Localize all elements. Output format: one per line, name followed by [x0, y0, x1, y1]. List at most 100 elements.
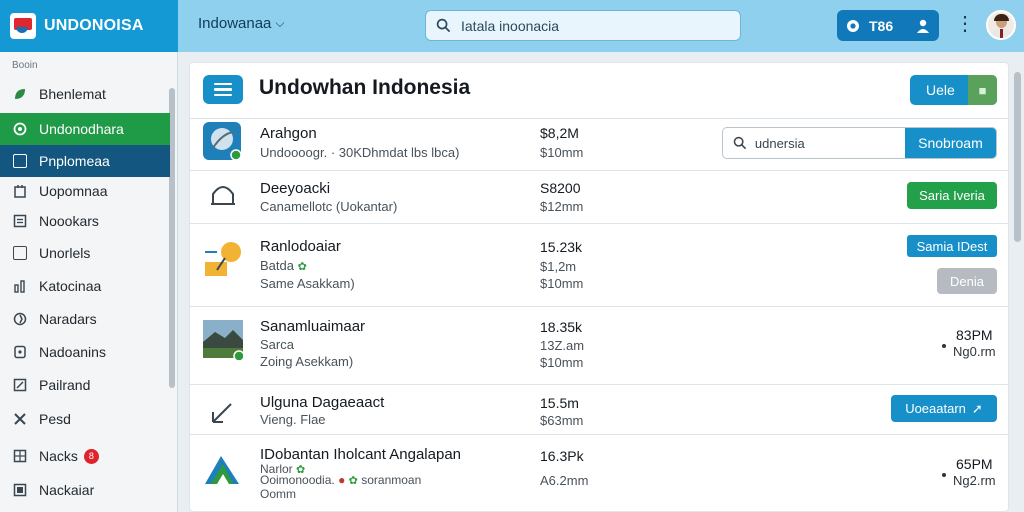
notification-badge: 8	[83, 448, 99, 464]
brand-name: UNDONOISA	[44, 17, 144, 34]
avatar[interactable]	[986, 10, 1016, 40]
row-title: Ranlodoaiar	[260, 238, 341, 255]
sidebar-item-7[interactable]: Katocinaa	[0, 270, 170, 302]
sidebar-item-label: Naradars	[39, 311, 97, 327]
row-title: Ulguna Dagaeaact	[260, 394, 385, 411]
top-search-input[interactable]	[461, 17, 711, 34]
clover-icon: ✿	[297, 261, 307, 273]
row-subtitle-2: Ooimonoodia. ● ✿ soranmoan	[260, 473, 421, 487]
sidebar-item-label: Noookars	[39, 213, 99, 229]
row-amount-tertiary: $10mm	[540, 355, 584, 370]
row-time: 65PM	[956, 456, 993, 472]
row-action-button[interactable]: Saria Iveria	[907, 182, 997, 209]
mountain-logo-icon	[205, 456, 239, 484]
row-amount-value: 15.23k	[540, 239, 583, 255]
box-icon	[13, 483, 27, 497]
row-search-input[interactable]	[754, 135, 905, 151]
target-icon	[13, 312, 27, 326]
row-search[interactable]: Snobroam	[722, 127, 997, 159]
row-amount-secondary: $1,2m	[540, 259, 577, 274]
view-button[interactable]: Uele ■	[910, 75, 997, 105]
region-dropdown[interactable]: Indowanaa ⌵	[198, 15, 285, 32]
sidebar-item-6[interactable]: Unorlels	[0, 237, 170, 269]
row-action-button-label: Uoeaatarn	[905, 401, 966, 416]
search-icon	[436, 18, 451, 33]
doc-icon	[14, 345, 26, 359]
sidebar-item-label: Nackaiar	[39, 482, 95, 498]
row-amount-secondary: $10mm	[540, 145, 584, 160]
actions-label: T86	[869, 17, 894, 34]
clover-icon: ✿	[348, 475, 358, 487]
sidebar-item-4[interactable]: Uopomnaa	[0, 175, 170, 207]
sidebar-item-9[interactable]: Nadoanins	[0, 336, 170, 368]
sidebar-item-label: Pnplomeaa	[39, 153, 110, 169]
tools-icon	[14, 413, 26, 425]
sidebar-item-label: Nacks	[39, 448, 78, 464]
sidebar-item-label: Pailrand	[39, 377, 91, 393]
satellite-icon	[203, 122, 242, 161]
leaf-icon	[15, 89, 25, 99]
row-amount: 15.23k	[540, 239, 582, 255]
top-search[interactable]	[425, 10, 741, 41]
view-button-label: Uele	[926, 82, 955, 98]
search-icon	[733, 136, 747, 150]
sidebar-item-12[interactable]: Nacks 8	[0, 440, 170, 472]
sidebar-item-13[interactable]: Nackaiar	[0, 474, 170, 506]
row-title: Deeyoacki	[260, 180, 331, 197]
row-amount-secondary: A6.2mm	[540, 473, 589, 488]
main-scrollbar[interactable]	[1014, 72, 1021, 242]
row-subtitle-2: Same Asakkam)	[260, 276, 355, 291]
brand[interactable]: UNDONOISA	[0, 0, 178, 52]
row-subtitle: Sarca	[260, 337, 294, 352]
row-subtitle-2-text: Ooimonoodia.	[260, 473, 335, 487]
sidebar-section-label: Booin	[12, 60, 38, 71]
sidebar-item-3[interactable]: Pnplomeaa	[0, 145, 170, 177]
sidebar-item-1[interactable]: Bhenlemat	[0, 78, 170, 110]
card-icon	[13, 154, 27, 168]
row-subtitle-text: Batda	[260, 258, 294, 273]
row-amount: $8,2M	[540, 125, 579, 141]
flag-logo-icon	[10, 13, 36, 39]
list-item[interactable]	[190, 223, 1008, 306]
row-amount: 15.5m	[540, 395, 579, 411]
region-label: Indowanaa	[198, 15, 272, 32]
row-amount: 16.3Pk	[540, 448, 584, 464]
sidebar-item-5[interactable]: Noookars	[0, 205, 170, 237]
row-action-button[interactable]: Samia IDest	[907, 235, 997, 257]
sidebar-item-11[interactable]: Pesd	[0, 403, 170, 435]
row-title: IDobantan Iholcant Angalapan	[260, 446, 461, 463]
row-time: 83PM	[956, 327, 993, 343]
top-actions[interactable]: T86	[837, 10, 939, 41]
row-subtitle: Vieng. Flae	[260, 412, 326, 427]
row-action-button[interactable]: Uoeaatarn ➚	[891, 395, 997, 422]
list-icon	[13, 214, 27, 228]
row-time-secondary: Ng0.rm	[953, 344, 996, 359]
status-dot	[942, 344, 946, 348]
arrow-expand-icon	[212, 403, 232, 423]
row-secondary-button[interactable]: Denia	[937, 268, 997, 294]
page-title: Undowhan Indonesia	[259, 76, 471, 99]
sidebar-item-label: Bhenlemat	[39, 86, 106, 102]
row-amount: S8200	[540, 180, 581, 196]
pin-icon: ➚	[971, 400, 983, 416]
key-icon	[205, 242, 241, 276]
image-icon: ■	[968, 75, 997, 105]
menu-icon[interactable]	[203, 75, 243, 104]
row-amount-tertiary: $10mm	[540, 276, 584, 291]
row-title: Arahgon	[260, 125, 317, 142]
row-subtitle: Undoooogr. · 30KDhmdat lbs lbca)	[260, 145, 460, 160]
more-options-icon[interactable]: ⋮	[955, 14, 975, 34]
fire-icon: ●	[338, 473, 346, 487]
status-dot	[942, 473, 946, 477]
gear-icon[interactable]	[845, 18, 861, 34]
row-subtitle-3: Oomm	[260, 487, 296, 501]
row-subtitle: Canamellotc (Uokantar)	[260, 199, 398, 214]
sidebar-item-label: Katocinaa	[39, 278, 102, 294]
row-title: Sanamluaimaar	[260, 318, 366, 335]
sidebar-item-8[interactable]: Naradars	[0, 303, 170, 335]
sidebar-item-2[interactable]: Undonodhara	[0, 113, 170, 145]
row-search-button[interactable]: Snobroam	[904, 128, 996, 158]
sidebar-item-10[interactable]: Pailrand	[0, 369, 170, 401]
user-add-icon[interactable]	[915, 18, 931, 34]
home-icon	[13, 122, 27, 136]
